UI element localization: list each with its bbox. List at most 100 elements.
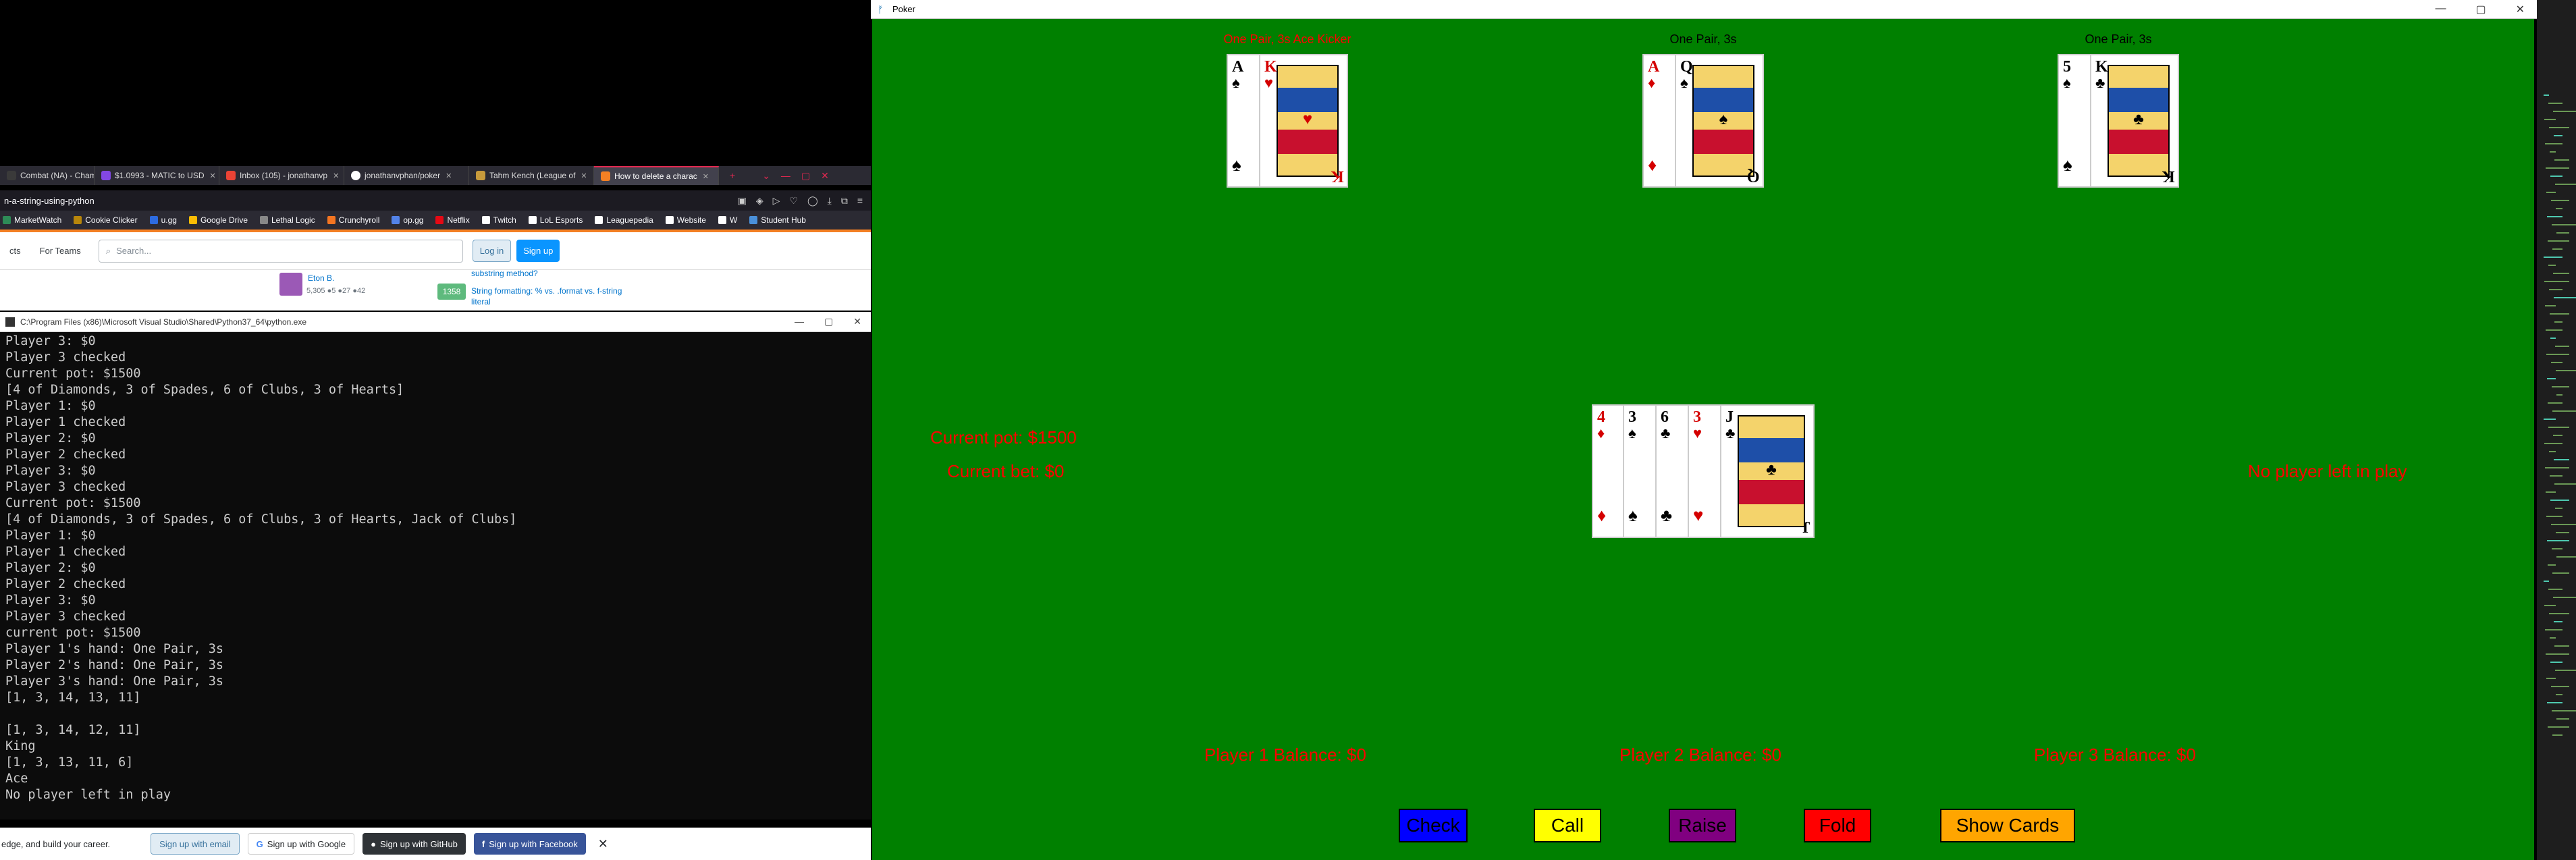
console-line: [4 of Diamonds, 3 of Spades, 6 of Clubs,… — [5, 383, 404, 397]
call-button[interactable]: Call — [1534, 809, 1601, 842]
close-icon[interactable]: ✕ — [210, 171, 216, 180]
minimap-line — [2552, 734, 2562, 736]
minimap-line — [2550, 313, 2569, 315]
check-button[interactable]: Check — [1399, 809, 1468, 842]
minimap-line — [2552, 410, 2576, 412]
related-link[interactable]: String formatting: % vs. .format vs. f-s… — [471, 286, 622, 296]
signup-google-button[interactable]: G Sign up with Google — [247, 833, 355, 855]
maximize-icon[interactable]: ▢ — [824, 316, 833, 327]
play-icon[interactable]: ▷ — [773, 195, 780, 207]
minimize-icon[interactable]: — — [781, 170, 790, 181]
bookmark-item[interactable]: u.gg — [149, 215, 177, 225]
download-icon[interactable]: ⤓ — [828, 195, 832, 207]
new-tab-icon[interactable]: + — [730, 170, 735, 181]
window-close-icon[interactable]: ✕ — [2516, 3, 2525, 16]
close-icon[interactable]: ✕ — [333, 171, 339, 180]
close-icon[interactable]: ✕ — [581, 171, 587, 180]
raise-button[interactable]: Raise — [1669, 809, 1736, 842]
related-link[interactable]: literal — [471, 297, 491, 306]
signup-github-button[interactable]: ● Sign up with GitHub — [363, 833, 466, 855]
extension-icon[interactable]: ◈ — [756, 195, 763, 207]
minimap-line — [2552, 710, 2576, 711]
minimap-line — [2554, 159, 2569, 161]
search-input[interactable]: ⌕ Search... — [98, 239, 463, 263]
browser-tab[interactable]: $1.0993 - MATIC to USD ✕ — [95, 166, 219, 185]
avatar[interactable] — [279, 273, 302, 296]
minimap-line — [2544, 257, 2562, 258]
maximize-icon[interactable]: ▢ — [2475, 3, 2486, 16]
close-icon[interactable]: ✕ — [598, 837, 608, 851]
card-rank: A — [1648, 58, 1660, 76]
close-icon[interactable]: ✕ — [703, 172, 709, 181]
url-bar[interactable]: n-a-string-using-python ▣ ◈ ▷ ♡ ◯ ⤓ ⧉ ≡ — [0, 190, 871, 211]
bookmark-item[interactable]: MarketWatch — [3, 215, 61, 225]
list-tabs-icon[interactable]: ⌄ — [762, 170, 770, 182]
login-button[interactable]: Log in — [472, 240, 512, 262]
console-line: Player 3 checked — [5, 350, 126, 365]
github-icon — [351, 171, 360, 180]
maximize-icon[interactable]: ▢ — [801, 170, 810, 182]
bookmark-item[interactable]: Leaguepedia — [595, 215, 653, 225]
nav-for-teams[interactable]: For Teams — [30, 246, 90, 256]
card-suit-icon: ♣ — [1725, 425, 1736, 441]
pocket-icon[interactable]: ♡ — [789, 195, 798, 207]
browser-tab[interactable]: jonathanvphan/poker ✕ — [344, 166, 469, 185]
card-suit-icon: ♦ — [1648, 74, 1656, 91]
card-suit-icon: ♣ — [2095, 74, 2105, 91]
bookmark-item[interactable]: Twitch — [481, 215, 516, 225]
user-name[interactable]: Eton B. — [308, 273, 334, 283]
browser-tab[interactable]: Combat (NA) - Champ✕ — [0, 166, 95, 185]
bookmark-icon — [481, 216, 490, 224]
bookmark-icon — [260, 216, 268, 224]
bookmark-item[interactable]: Cookie Clicker — [74, 215, 138, 225]
browser-tab-active[interactable]: How to delete a charac ✕ — [594, 166, 719, 185]
related-link[interactable]: substring method? — [471, 269, 538, 278]
card-suit-icon: ♣ — [1661, 425, 1671, 441]
signup-email-button[interactable]: Sign up with email — [151, 833, 240, 855]
minimap-line — [2551, 686, 2569, 687]
bookmark-item[interactable]: Website — [665, 215, 706, 225]
console-line: Current pot: $1500 — [5, 496, 141, 510]
menu-icon[interactable]: ≡ — [857, 195, 863, 207]
bookmark-item[interactable]: Netflix — [435, 215, 470, 225]
bookmark-item[interactable]: W — [718, 215, 737, 225]
player-1-balance: Player 1 Balance: $0 — [1204, 745, 1366, 765]
minimize-icon[interactable]: — — [795, 316, 804, 327]
bookmark-item[interactable]: Google Drive — [188, 215, 248, 225]
minimap-line — [2549, 127, 2569, 128]
card-suit-icon: ♣ — [1766, 461, 1777, 479]
extensions-icon[interactable]: ⧉ — [841, 195, 848, 207]
minimap-line — [2552, 224, 2576, 225]
screenshot-icon[interactable]: ▣ — [738, 195, 747, 207]
bookmark-item[interactable]: LoL Esports — [528, 215, 583, 225]
card-rank: K — [2095, 58, 2108, 76]
browser-tab[interactable]: Inbox (105) - jonathanvp ✕ — [219, 166, 344, 185]
tab-favicon-icon — [476, 171, 485, 180]
bookmark-item[interactable]: Crunchyroll — [327, 215, 379, 225]
bookmark-icon — [3, 216, 11, 224]
browser-tab[interactable]: Tahm Kench (League of ✕ — [469, 166, 594, 185]
minimap-line — [2552, 386, 2569, 387]
window-close-icon[interactable]: ✕ — [853, 316, 861, 327]
signup-button[interactable]: Sign up — [516, 240, 560, 262]
account-icon[interactable]: ◯ — [807, 195, 818, 207]
minimap-line — [2548, 564, 2556, 566]
fold-button[interactable]: Fold — [1804, 809, 1871, 842]
bookmark-item[interactable]: Lethal Logic — [260, 215, 315, 225]
minimap-line — [2547, 216, 2562, 217]
minimap-line — [2548, 726, 2569, 728]
signup-facebook-button[interactable]: f Sign up with Facebook — [473, 833, 586, 855]
bookmark-item[interactable]: Student Hub — [749, 215, 806, 225]
bookmark-item[interactable]: op.gg — [392, 215, 423, 225]
show-cards-button[interactable]: Show Cards — [1940, 809, 2075, 842]
minimap-line — [2551, 362, 2562, 363]
close-icon[interactable]: ✕ — [446, 171, 452, 180]
card-suit-icon: ♠ — [2063, 155, 2072, 175]
minimap-line — [2545, 467, 2569, 468]
minimap-line — [2547, 540, 2569, 541]
nav-products[interactable]: cts — [0, 246, 30, 256]
window-close-icon[interactable]: ✕ — [821, 170, 829, 182]
minimap-line — [2556, 556, 2576, 558]
minimap-line — [2550, 176, 2562, 177]
minimize-icon[interactable]: — — [2435, 3, 2446, 16]
